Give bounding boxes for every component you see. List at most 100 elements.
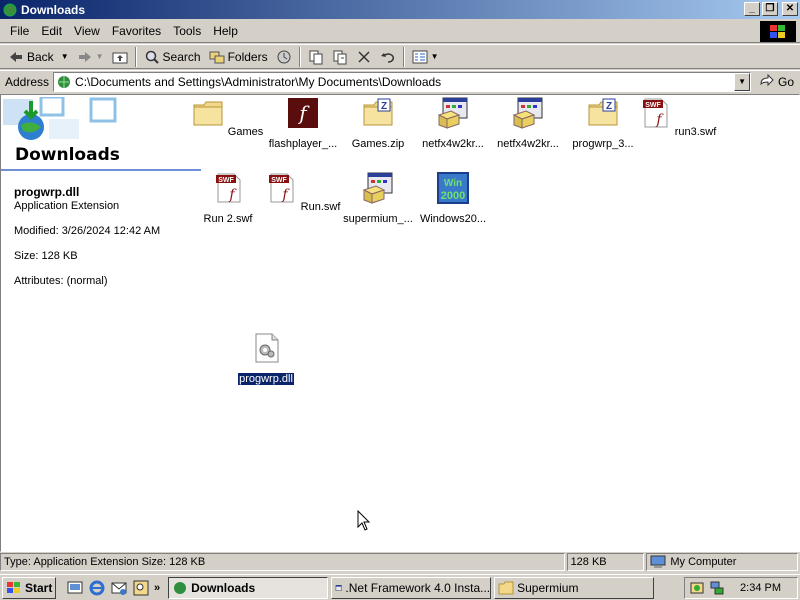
forward-dropdown-icon[interactable]: ▼ [96,52,104,61]
clock[interactable]: 2:34 PM [740,582,781,594]
network-icon[interactable] [709,580,725,596]
forward-button[interactable]: ▼ [73,46,108,68]
title-bar[interactable]: Downloads _ ❐ ✕ [0,0,800,19]
back-label: Back [27,49,54,64]
file-label: netfx4w2kr... [497,138,559,150]
show-desktop-icon[interactable] [66,579,84,597]
file-item[interactable]: SWF f run3.swf [638,97,718,138]
undo-icon [380,52,394,63]
status-bar: Type: Application Extension Size: 128 KB… [0,553,800,573]
go-button[interactable]: Go [759,74,794,90]
file-item[interactable]: Win 2000 Windows20... [413,172,493,225]
file-label: Run.swf [300,201,341,213]
folder-icon [193,101,223,126]
history-button[interactable] [272,46,296,68]
menu-help[interactable]: Help [207,24,244,38]
task-label: Downloads [191,580,256,595]
file-label: progwrp.dll [237,372,295,386]
address-dropdown-icon[interactable]: ▼ [734,73,751,91]
details-file-name: progwrp.dll [14,185,80,199]
folder-globe-icon [58,76,71,88]
back-button[interactable]: Back ▼ [4,46,73,68]
forward-arrow-icon [78,51,91,62]
views-dropdown-icon[interactable]: ▼ [431,52,439,61]
system-tray: 2:34 PM [684,577,798,599]
file-label: run3.swf [674,126,717,138]
start-label: Start [25,580,53,595]
back-arrow-icon [10,51,22,62]
taskbar-button-downloads[interactable]: Downloads [168,576,329,599]
internet-explorer-icon[interactable] [88,579,106,597]
menu-tools[interactable]: Tools [167,24,207,38]
task-label: .Net Framework 4.0 Insta... [345,580,491,595]
go-label: Go [778,75,795,89]
history-icon [277,50,291,63]
file-item[interactable]: SWF f Run.swf [263,172,343,213]
minimize-button[interactable]: _ [744,2,760,16]
delete-button[interactable] [352,46,376,68]
file-item[interactable]: netfx4w2kr... [413,97,493,150]
menu-file[interactable]: File [4,24,35,38]
up-folder-icon [112,52,128,63]
folder-view[interactable]: Downloads progwrp.dll Application Extens… [0,94,800,552]
mouse-cursor-icon [357,510,371,531]
folder-globe-icon [174,581,187,594]
copy-to-button[interactable] [328,46,352,68]
menu-favorites[interactable]: Favorites [106,24,167,38]
address-input[interactable]: C:\Documents and Settings\Administrator\… [53,72,752,92]
installer-icon [335,584,342,591]
tray-app-icon[interactable] [689,580,705,596]
file-details: progwrp.dll Application Extension Modifi… [14,185,160,288]
move-to-button[interactable] [304,46,328,68]
svg-text:SWF: SWF [271,177,287,184]
file-label: Games [227,126,264,138]
quick-launch: » [66,579,160,597]
views-button[interactable]: ▼ [408,46,443,68]
up-button[interactable] [108,46,132,68]
explorer-search-icon[interactable] [132,579,150,597]
file-item[interactable]: f flashplayer_... [263,97,343,150]
folder-banner: Downloads [1,95,201,171]
svg-text:Z: Z [606,101,612,112]
undo-button[interactable] [376,46,400,68]
installer-icon [362,172,393,204]
taskbar-button-supermium[interactable]: Supermium [494,576,655,599]
address-path: C:\Documents and Settings\Administrator\… [75,75,442,89]
restore-button[interactable]: ❐ [762,2,778,16]
folders-icon [209,51,225,63]
close-button[interactable]: ✕ [782,2,798,16]
file-item[interactable]: netfx4w2kr... [488,97,568,150]
zip-folder-icon: Z [363,98,393,126]
search-button[interactable]: Search [140,46,205,68]
menu-bar: File Edit View Favorites Tools Help [0,20,800,43]
folder-icon [498,581,514,594]
menu-view[interactable]: View [68,24,106,38]
start-button[interactable]: Start [2,576,56,599]
file-item[interactable]: Z Games.zip [338,97,418,150]
file-label: Games.zip [351,138,405,150]
outlook-express-icon[interactable] [110,579,128,597]
downloads-banner-icon [3,97,117,140]
file-item[interactable]: Games [188,97,268,138]
file-label: Run 2.swf [203,213,253,225]
status-size: 128 KB [566,553,645,571]
taskbar-button-net-framework[interactable]: .Net Framework 4.0 Insta... [331,576,492,599]
folder-globe-icon [3,3,17,16]
folders-button[interactable]: Folders [205,46,272,68]
file-label: progwrp_3... [572,138,634,150]
quick-launch-overflow-icon[interactable]: » [154,582,160,594]
file-label: Windows20... [419,213,487,225]
my-computer-icon [650,555,666,568]
back-dropdown-icon[interactable]: ▼ [61,52,69,61]
file-item-selected[interactable]: progwrp.dll [226,332,306,386]
dll-icon [255,333,279,363]
taskbar: Start » Downloads .Net Framework 4.0 Ins… [0,574,800,600]
file-item[interactable]: supermium_... [338,172,418,225]
swf-icon: SWFf [642,98,668,128]
task-label: Supermium [517,580,579,595]
file-item[interactable]: Z progwrp_3... [563,97,643,150]
menu-edit[interactable]: Edit [35,24,68,38]
standard-toolbar: Back ▼ ▼ Search Folders ▼ [0,44,800,69]
file-item[interactable]: SWF f Run 2.swf [188,172,268,225]
status-zone: My Computer [646,553,798,571]
